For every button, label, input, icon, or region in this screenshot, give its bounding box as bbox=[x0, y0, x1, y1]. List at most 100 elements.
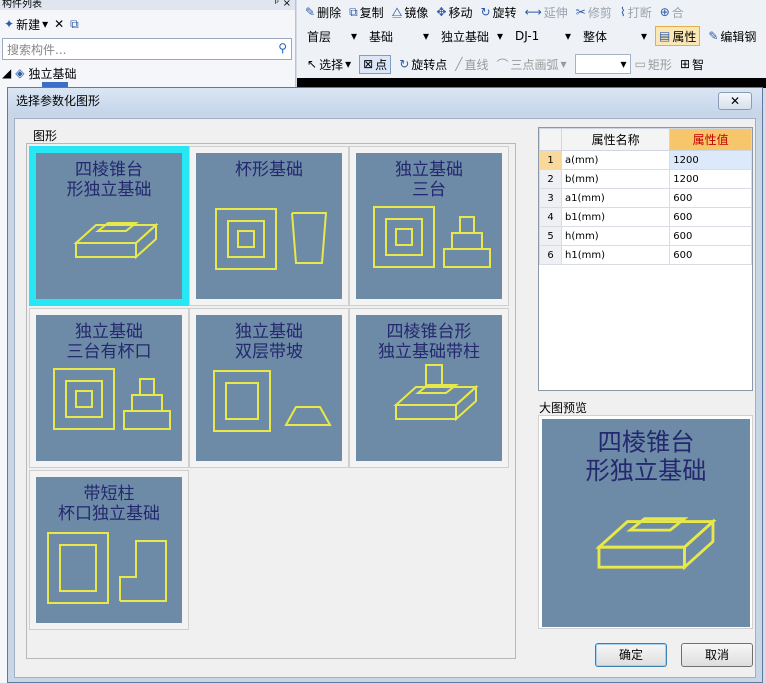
dialog-title: 选择参数化图形 bbox=[8, 88, 762, 114]
expand-icon[interactable]: ◢ bbox=[2, 66, 11, 80]
element-select[interactable]: DJ-1 ▾ bbox=[511, 26, 575, 46]
chevron-down-icon: ▾ bbox=[345, 57, 352, 71]
list-toolbar: ✦ 新建 ▾ ✕ ⧉ bbox=[0, 12, 296, 36]
arc-option-select[interactable]: ▾ bbox=[574, 54, 631, 74]
shape-tile[interactable]: 四棱锥台形 独立基础带柱 bbox=[349, 308, 509, 468]
property-idx: 2 bbox=[539, 169, 562, 189]
property-value[interactable]: 600 bbox=[669, 226, 752, 246]
empty-row bbox=[540, 322, 752, 341]
copy-button[interactable]: ⧉ bbox=[70, 17, 79, 32]
cancel-button[interactable]: 取消 bbox=[681, 643, 753, 667]
smart-button[interactable]: ⊞ 智 bbox=[680, 56, 704, 73]
chevron-down-icon: ▾ bbox=[560, 57, 567, 71]
shape-tile[interactable]: 独立基础 三台 bbox=[349, 146, 509, 306]
diagram-title-2: 双层带坡 bbox=[235, 342, 303, 362]
shape-diagram: 独立基础三台有杯口 bbox=[36, 315, 182, 461]
toolbar-icon-3: ✥ bbox=[436, 5, 447, 19]
property-idx: 5 bbox=[539, 226, 562, 246]
property-row[interactable]: 2 b(mm) 1200 bbox=[539, 169, 752, 189]
tree-item-root[interactable]: ◢ ◈ 独立基础 bbox=[2, 64, 292, 82]
scope-select[interactable]: 整体 ▾ bbox=[579, 26, 651, 46]
property-row[interactable]: 4 b1(mm) 600 bbox=[539, 207, 752, 227]
shape-tile[interactable]: 带短柱 杯口独立基础 bbox=[29, 470, 189, 630]
diagram-title-1: 独立基础 bbox=[75, 322, 143, 342]
property-value[interactable]: 600 bbox=[669, 188, 752, 208]
shape-diagram: 四棱锥台形独立基础带柱 bbox=[356, 315, 502, 461]
shape-tile[interactable]: 独立基础 三台有杯口 bbox=[29, 308, 189, 468]
type-select[interactable]: 独立基础 ▾ bbox=[437, 26, 507, 46]
toolbar-button-8[interactable]: ⊕ 合 bbox=[660, 4, 684, 21]
empty-row bbox=[540, 303, 752, 322]
property-name: a1(mm) bbox=[560, 188, 671, 208]
point-button[interactable]: ⊠ 点 bbox=[359, 54, 392, 74]
diagram-title-2: 形独立基础 bbox=[585, 457, 706, 485]
toolbar-button-1[interactable]: ⧉ 复制 bbox=[349, 4, 384, 21]
diagram-title-1: 独立基础 bbox=[395, 160, 463, 180]
toolbar-button-2[interactable]: ⧋ 镜像 bbox=[392, 4, 429, 21]
col-header-value: 属性值 bbox=[669, 128, 752, 151]
pin-icon[interactable]: ᵖ bbox=[275, 0, 279, 9]
toolbar-button-4[interactable]: ↻ 旋转 bbox=[480, 4, 516, 21]
rotate-point-button[interactable]: ↻ 旋转点 bbox=[399, 56, 447, 73]
diagram-title-1: 独立基础 bbox=[235, 322, 303, 342]
edit-toolbar: ✎ 删除 ⧉ 复制 ⧋ 镜像 ✥ 移动 ↻ 旋转 ⟷ 延伸 ✂ 修剪 ⌇ 打断 ⊕ 合 bbox=[305, 0, 692, 24]
property-idx: 6 bbox=[539, 245, 562, 265]
shape-diagram: 四棱锥台形独立基础 bbox=[36, 153, 182, 299]
smart-icon: ⊞ bbox=[679, 57, 690, 71]
toolbar-button-7[interactable]: ⌇ 打断 bbox=[620, 4, 652, 21]
floor-select[interactable]: 首层 ▾ bbox=[303, 26, 361, 46]
diagram-title-2: 杯口独立基础 bbox=[58, 504, 160, 524]
ok-button[interactable]: 确定 bbox=[595, 643, 667, 667]
category-select[interactable]: 基础 ▾ bbox=[365, 26, 433, 46]
property-name: h1(mm) bbox=[560, 245, 671, 265]
toolbar-button-0[interactable]: ✎ 删除 bbox=[305, 4, 341, 21]
property-row[interactable]: 5 h(mm) 600 bbox=[539, 226, 752, 246]
edit-rebar-button[interactable]: ✎ 编辑钢 bbox=[708, 28, 756, 45]
property-idx: 3 bbox=[539, 188, 562, 208]
rect-button[interactable]: ▭ 矩形 bbox=[635, 56, 672, 73]
properties-button[interactable]: ▤ 属性 bbox=[655, 26, 701, 46]
toolbar-icon-2: ⧋ bbox=[391, 4, 403, 19]
property-row[interactable]: 6 h1(mm) 600 bbox=[539, 245, 752, 265]
close-icon[interactable]: × bbox=[283, 0, 291, 9]
search-input[interactable]: 搜索构件... ⚲ bbox=[2, 38, 292, 60]
arc-button[interactable]: ⌒ 三点画弧 ▾ bbox=[497, 56, 567, 73]
shape-diagram: 杯形基础 bbox=[196, 153, 342, 299]
main-toolbar: ✎ 删除 ⧉ 复制 ⧋ 镜像 ✥ 移动 ↻ 旋转 ⟷ 延伸 ✂ 修剪 ⌇ 打断 ⊕ 合 首层 ▾ 基础 ▾ 独立基础 ▾… bbox=[297, 0, 766, 88]
shape-tile[interactable]: 独立基础 双层带坡 bbox=[189, 308, 349, 468]
chevron-down-icon: ▾ bbox=[42, 17, 49, 31]
property-name: b(mm) bbox=[560, 169, 671, 189]
large-preview: 四棱锥台 形独立基础 bbox=[538, 415, 753, 629]
toolbar-icon-6: ✂ bbox=[575, 5, 586, 19]
toolbar-icon-7: ⌇ bbox=[619, 5, 626, 19]
line-button[interactable]: ╱ 直线 bbox=[455, 56, 488, 73]
search-icon[interactable]: ⚲ bbox=[278, 41, 287, 55]
draw-toolbar: ↖ 选择 ▾ ⊠ 点 ↻ 旋转点 ╱ 直线 ⌒ 三点画弧 ▾ ▾ ▭ 矩形 ⊞ 智 bbox=[307, 52, 712, 76]
property-toolbar: 首层 ▾ 基础 ▾ 独立基础 ▾ DJ-1 ▾ 整体 ▾ ▤ 属性 ✎ 编辑钢 bbox=[303, 24, 764, 48]
property-idx: 1 bbox=[539, 150, 562, 170]
property-row[interactable]: 1 a(mm) 1200 bbox=[539, 150, 752, 170]
select-button[interactable]: ↖ 选择 ▾ bbox=[307, 56, 351, 73]
shape-tile[interactable]: 杯形基础 bbox=[189, 146, 349, 306]
property-value[interactable]: 600 bbox=[669, 245, 752, 265]
delete-button[interactable]: ✕ bbox=[54, 17, 64, 31]
edit-icon: ✎ bbox=[708, 29, 719, 43]
shape-tile[interactable]: 四棱锥台 形独立基础 bbox=[29, 146, 189, 306]
toolbar-button-5[interactable]: ⟷ 延伸 bbox=[525, 4, 568, 21]
empty-row bbox=[540, 284, 752, 303]
toolbar-icon-0: ✎ bbox=[305, 5, 316, 19]
new-button[interactable]: ✦ 新建 ▾ bbox=[4, 16, 48, 33]
toolbar-icon-8: ⊕ bbox=[659, 5, 670, 19]
property-value[interactable]: 1200 bbox=[669, 169, 752, 189]
toolbar-button-3[interactable]: ✥ 移动 bbox=[436, 4, 472, 21]
diagram-title-2: 三台 bbox=[412, 180, 446, 200]
parametric-shape-dialog: 选择参数化图形 ✕ 图形 四棱锥台 形独立基础 杯形基础 独立基础 三台 独立基础 三台有杯… bbox=[7, 87, 763, 683]
dialog-close-button[interactable]: ✕ bbox=[718, 92, 752, 110]
toolbar-icon-1: ⧉ bbox=[349, 4, 358, 19]
property-value[interactable]: 1200 bbox=[669, 150, 752, 170]
toolbar-button-6[interactable]: ✂ 修剪 bbox=[576, 4, 612, 21]
property-value[interactable]: 600 bbox=[669, 207, 752, 227]
panel-title: 构件列表 bbox=[2, 0, 42, 10]
property-row[interactable]: 3 a1(mm) 600 bbox=[539, 188, 752, 208]
col-header-name: 属性名称 bbox=[560, 128, 671, 151]
